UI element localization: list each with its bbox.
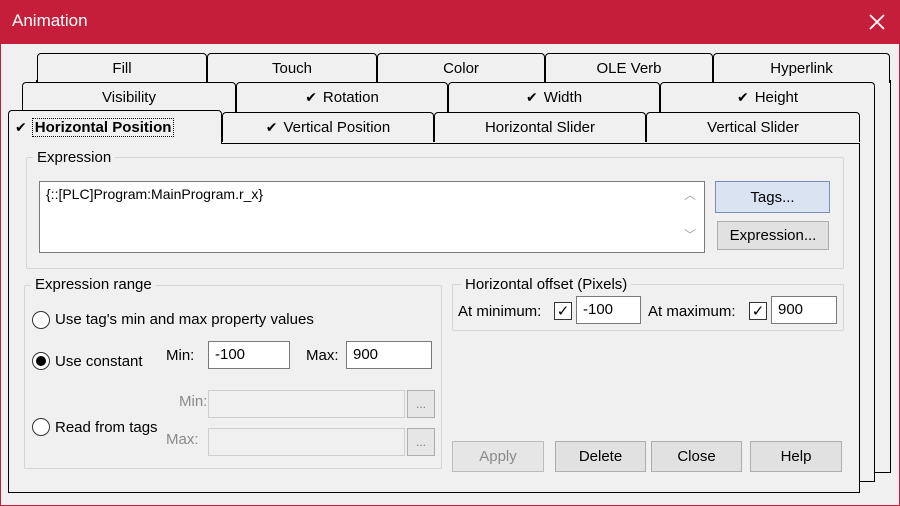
check-icon: ✔ xyxy=(15,119,27,135)
expression-input[interactable]: {::[PLC]Program:MainProgram.r_x} ︿ ﹀ xyxy=(39,181,705,253)
tab-label: Fill xyxy=(112,60,132,77)
radio-tag-minmax[interactable] xyxy=(32,311,50,329)
at-minimum-label: At minimum: xyxy=(458,303,542,320)
tab-label: Vertical Slider xyxy=(707,119,799,136)
browse-max-tag-button[interactable]: ... xyxy=(407,428,435,456)
tab-horizontal-position[interactable]: ✔ Horizontal Position xyxy=(8,110,222,144)
tab-visibility[interactable]: Visibility xyxy=(22,82,236,112)
window-title: Animation xyxy=(12,11,88,30)
radio-use-constant[interactable] xyxy=(32,352,50,370)
expression-button[interactable]: Expression... xyxy=(717,221,829,250)
at-maximum-input[interactable]: 900 xyxy=(771,296,837,324)
tab-label: Vertical Position xyxy=(283,119,391,136)
delete-button[interactable]: Delete xyxy=(555,441,646,472)
constant-min-input[interactable]: -100 xyxy=(208,341,290,369)
help-button[interactable]: Help xyxy=(750,441,842,472)
tab-ole-verb[interactable]: OLE Verb xyxy=(545,53,713,83)
browse-min-tag-button[interactable]: ... xyxy=(407,390,435,418)
radio-tag-minmax-label: Use tag's min and max property values xyxy=(55,311,314,328)
at-maximum-label: At maximum: xyxy=(648,303,736,320)
window-border-left xyxy=(0,44,1,506)
tab-label: Visibility xyxy=(102,89,156,106)
tags-min-input[interactable] xyxy=(208,390,405,418)
tab-label: Touch xyxy=(271,60,313,77)
tab-page-horizontal-position: Expression {::[PLC]Program:MainProgram.r… xyxy=(8,143,860,493)
tab-vertical-slider[interactable]: Vertical Slider xyxy=(646,112,860,142)
at-minimum-checkbox[interactable]: ✓ xyxy=(554,302,572,320)
at-maximum-checkbox[interactable]: ✓ xyxy=(749,302,767,320)
tags-max-label: Max: xyxy=(166,431,199,448)
tab-horizontal-slider[interactable]: Horizontal Slider xyxy=(434,112,646,142)
tab-label: Horizontal Position xyxy=(31,118,175,137)
tab-width[interactable]: ✔ Width xyxy=(448,82,660,112)
tab-fill[interactable]: Fill xyxy=(37,53,207,83)
tags-button[interactable]: Tags... xyxy=(715,181,830,213)
tab-touch[interactable]: Touch xyxy=(207,53,377,83)
radio-read-from-tags[interactable] xyxy=(32,418,50,436)
tab-label: Horizontal Slider xyxy=(484,119,596,136)
close-button[interactable]: Close xyxy=(651,441,742,472)
close-icon xyxy=(869,14,885,30)
constant-min-label: Min: xyxy=(166,347,195,364)
tab-label: Color xyxy=(443,60,479,77)
close-window-button[interactable] xyxy=(854,0,900,44)
tab-label: Hyperlink xyxy=(770,60,833,77)
tab-label: Rotation xyxy=(322,89,379,106)
check-icon: ✔ xyxy=(305,89,317,105)
radio-read-from-tags-label: Read from tags xyxy=(55,419,158,436)
tab-label: Height xyxy=(754,89,799,106)
check-icon: ✔ xyxy=(265,119,278,135)
expression-group-label: Expression xyxy=(33,149,116,166)
scroll-up-icon[interactable]: ︿ xyxy=(684,186,696,203)
tab-label: OLE Verb xyxy=(596,60,662,77)
tab-label: Width xyxy=(543,89,583,106)
expression-value: {::[PLC]Program:MainProgram.r_x} xyxy=(46,186,264,202)
check-icon: ✔ xyxy=(736,89,749,105)
at-minimum-input[interactable]: -100 xyxy=(576,296,641,324)
check-icon: ✔ xyxy=(525,89,538,105)
tab-rotation[interactable]: ✔ Rotation xyxy=(236,82,448,112)
horizontal-offset-group-label: Horizontal offset (Pixels) xyxy=(461,276,632,293)
tags-min-label: Min: xyxy=(179,393,208,410)
radio-use-constant-label: Use constant xyxy=(55,353,143,370)
tab-color[interactable]: Color xyxy=(377,53,545,83)
title-bar: Animation xyxy=(0,0,900,44)
expression-range-group-label: Expression range xyxy=(31,276,156,293)
constant-max-label: Max: xyxy=(306,347,339,364)
tags-max-input[interactable] xyxy=(208,428,405,456)
constant-max-input[interactable]: 900 xyxy=(346,341,432,369)
apply-button[interactable]: Apply xyxy=(452,441,544,472)
tab-hyperlink[interactable]: Hyperlink xyxy=(713,53,890,83)
tab-vertical-position[interactable]: ✔ Vertical Position xyxy=(222,112,434,142)
tab-height[interactable]: ✔ Height xyxy=(660,82,875,112)
scroll-down-icon[interactable]: ﹀ xyxy=(684,226,696,243)
